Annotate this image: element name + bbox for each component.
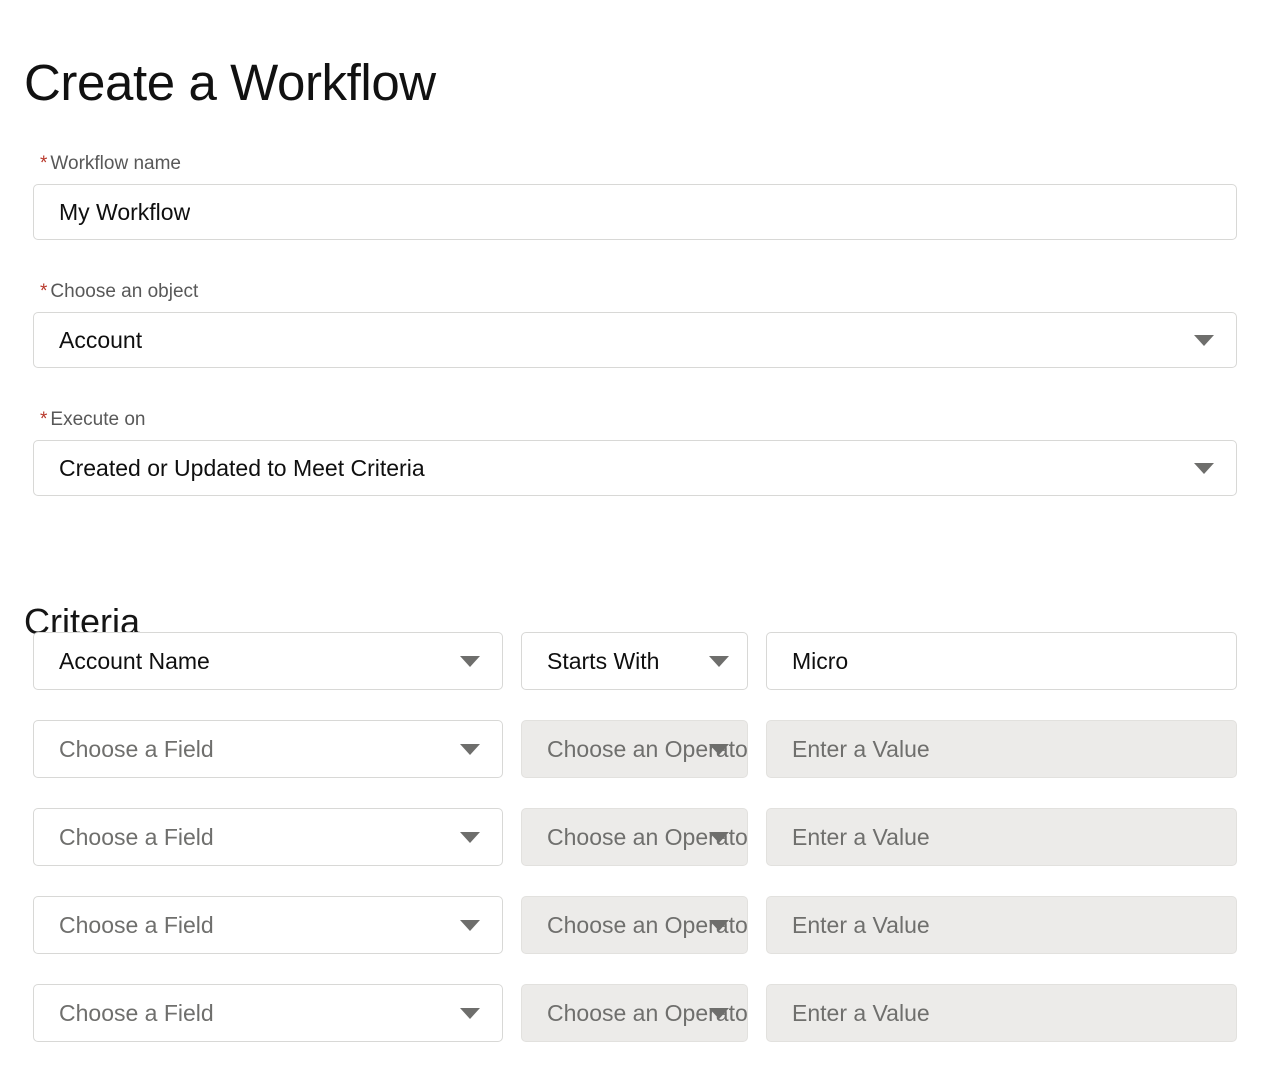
criteria-value-input-text: Enter a Value <box>767 911 930 939</box>
criteria-operator-select-text: Starts With <box>522 647 705 675</box>
criteria-operator-select: Choose an Operator <box>521 896 748 954</box>
criteria-value-input: Enter a Value <box>766 808 1237 866</box>
workflow-name-label-text: Workflow name <box>50 153 181 174</box>
object-label: *Choose an object <box>33 280 1237 304</box>
criteria-field-select[interactable]: Account Name <box>33 632 503 690</box>
chevron-down-icon <box>460 920 480 931</box>
criteria-field-select-text: Account Name <box>34 647 266 675</box>
criteria-field-select[interactable]: Choose a Field <box>33 720 503 778</box>
criteria-value-input-text: Micro <box>767 647 848 675</box>
criteria-row: Choose a Field Choose an Operator Enter a … <box>0 720 1278 778</box>
criteria-value-input-text: Enter a Value <box>767 823 930 851</box>
chevron-down-icon <box>709 656 729 667</box>
workflow-name-input[interactable]: My Workflow <box>33 184 1237 240</box>
page-title: Create a Workflow <box>24 52 436 114</box>
criteria-field-select-text: Choose a Field <box>34 999 270 1027</box>
chevron-down-icon <box>709 744 729 755</box>
required-asterisk-icon: * <box>40 153 47 174</box>
criteria-row: Choose a Field Choose an Operator Enter a … <box>0 984 1278 1042</box>
criteria-value-input: Enter a Value <box>766 720 1237 778</box>
workflow-name-value: My Workflow <box>34 198 190 226</box>
object-select[interactable]: Account <box>33 312 1237 368</box>
criteria-field-select[interactable]: Choose a Field <box>33 808 503 866</box>
chevron-down-icon <box>709 1008 729 1019</box>
object-selected-value: Account <box>34 326 198 354</box>
criteria-field-select-text: Choose a Field <box>34 735 270 763</box>
criteria-field-select-text: Choose a Field <box>34 911 270 939</box>
criteria-field-select[interactable]: Choose a Field <box>33 984 503 1042</box>
criteria-row: Choose a Field Choose an Operator Enter a … <box>0 896 1278 954</box>
chevron-down-icon <box>1194 335 1214 346</box>
chevron-down-icon <box>1194 463 1214 474</box>
chevron-down-icon <box>460 1008 480 1019</box>
criteria-value-input: Enter a Value <box>766 984 1237 1042</box>
execute-on-label-text: Execute on <box>50 409 145 430</box>
chevron-down-icon <box>460 744 480 755</box>
execute-on-selected-value: Created or Updated to Meet Criteria <box>34 454 481 482</box>
criteria-field-select[interactable]: Choose a Field <box>33 896 503 954</box>
criteria-operator-select: Choose an Operator <box>521 984 748 1042</box>
chevron-down-icon <box>460 656 480 667</box>
object-group: *Choose an object Account <box>33 280 1237 368</box>
execute-on-select[interactable]: Created or Updated to Meet Criteria <box>33 440 1237 496</box>
criteria-operator-select: Choose an Operator <box>521 720 748 778</box>
criteria-operator-select[interactable]: Starts With <box>521 632 748 690</box>
criteria-value-input[interactable]: Micro <box>766 632 1237 690</box>
chevron-down-icon <box>709 832 729 843</box>
required-asterisk-icon: * <box>40 281 47 302</box>
chevron-down-icon <box>709 920 729 931</box>
execute-on-label: *Execute on <box>33 408 1237 432</box>
criteria-list: Account Name Starts With Micro Choose a Fie… <box>0 632 1278 1072</box>
object-label-text: Choose an object <box>50 281 198 302</box>
workflow-name-group: *Workflow name My Workflow <box>33 152 1237 240</box>
required-asterisk-icon: * <box>40 409 47 430</box>
criteria-field-select-text: Choose a Field <box>34 823 270 851</box>
criteria-value-input: Enter a Value <box>766 896 1237 954</box>
chevron-down-icon <box>460 832 480 843</box>
criteria-value-input-text: Enter a Value <box>767 999 930 1027</box>
criteria-value-input-text: Enter a Value <box>767 735 930 763</box>
create-workflow-page: Create a Workflow *Workflow name My Work… <box>0 0 1278 1066</box>
criteria-operator-select: Choose an Operator <box>521 808 748 866</box>
workflow-name-label: *Workflow name <box>33 152 1237 176</box>
criteria-row: Account Name Starts With Micro <box>0 632 1278 690</box>
execute-on-group: *Execute on Created or Updated to Meet C… <box>33 408 1237 496</box>
criteria-row: Choose a Field Choose an Operator Enter a … <box>0 808 1278 866</box>
